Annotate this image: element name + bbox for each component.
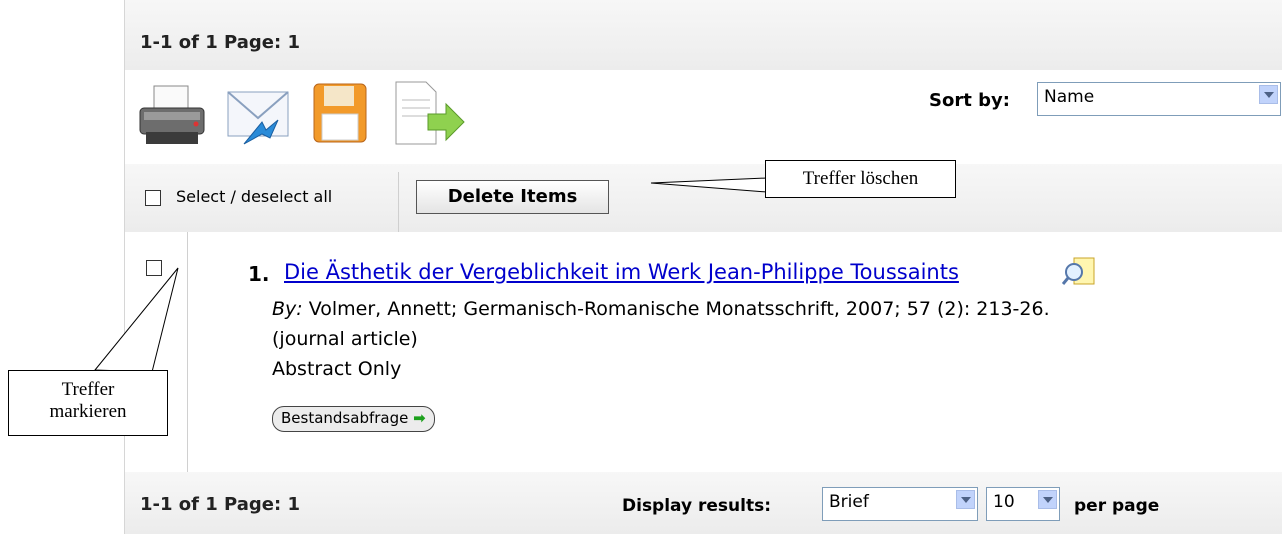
callout-mark-line2: markieren xyxy=(49,401,127,422)
callout-delete: Treffer löschen xyxy=(765,160,956,198)
callout-mark: Treffer markieren xyxy=(8,370,168,436)
callout-mark-line1: Treffer xyxy=(61,379,115,400)
callout-pointers xyxy=(93,177,768,373)
